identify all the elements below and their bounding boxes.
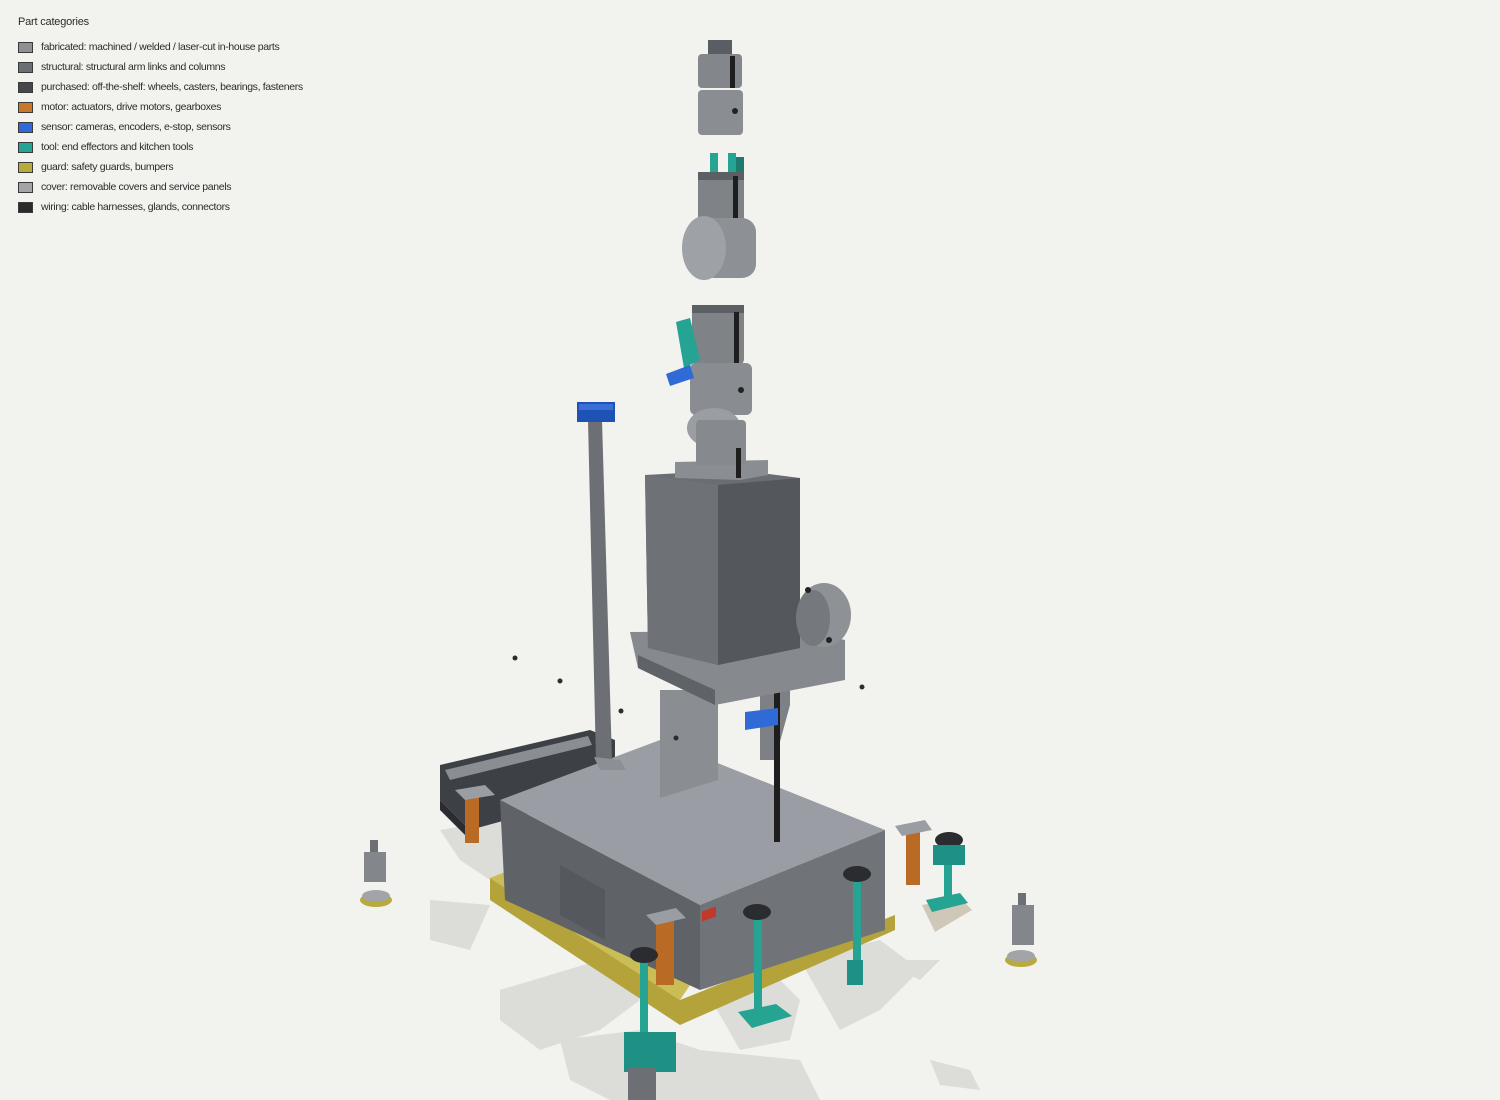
legend-item-sensor: sensor: cameras, encoders, e-stop, senso… (18, 117, 303, 137)
legend-label: sensor: cameras, encoders, e-stop, senso… (41, 121, 231, 133)
legend-item-tool: tool: end effectors and kitchen tools (18, 137, 303, 157)
legend-label: tool: end effectors and kitchen tools (41, 141, 194, 153)
legend-label: structural: structural arm links and col… (41, 61, 226, 73)
legend-swatch-tool (18, 141, 33, 153)
shoulder-housing (630, 460, 851, 705)
arm-joint-upper (698, 40, 743, 135)
legend-item-structural: structural: structural arm links and col… (18, 57, 303, 77)
legend-label: purchased: off-the-shelf: wheels, caster… (41, 81, 303, 93)
legend-swatch-purchased (18, 81, 33, 93)
legend-swatch-guard (18, 161, 33, 173)
legend-label: motor: actuators, drive motors, gearboxe… (41, 101, 221, 113)
legend-swatch-cover (18, 181, 33, 193)
legend-swatch-sensor (18, 121, 33, 133)
legend-label: fabricated: machined / welded / laser-cu… (41, 41, 280, 53)
arm-joint-middle (682, 153, 756, 280)
column-left-pole (577, 402, 626, 770)
legend-item-cover: cover: removable covers and service pane… (18, 177, 303, 197)
3d-viewport[interactable]: Part categories fabricated: machined / w… (0, 0, 1500, 1100)
legend-label: wiring: cable harnesses, glands, connect… (41, 201, 230, 213)
legend-item-guard: guard: safety guards, bumpers (18, 157, 303, 177)
legend-swatch-motor (18, 101, 33, 113)
legend-swatch-fabricated (18, 41, 33, 53)
legend-label: guard: safety guards, bumpers (41, 161, 174, 173)
legend-swatch-wiring (18, 201, 33, 213)
legend-item-motor: motor: actuators, drive motors, gearboxe… (18, 97, 303, 117)
part-categories-legend: Part categories fabricated: machined / w… (18, 14, 303, 217)
legend-item-purchased: purchased: off-the-shelf: wheels, caster… (18, 77, 303, 97)
legend-title: Part categories (18, 16, 89, 28)
legend-item-wiring: wiring: cable harnesses, glands, connect… (18, 197, 303, 217)
legend-item-fabricated: fabricated: machined / welded / laser-cu… (18, 37, 303, 57)
legend-label: cover: removable covers and service pane… (41, 181, 232, 193)
legend-swatch-structural (18, 61, 33, 73)
arm-joint-lower (666, 305, 752, 478)
